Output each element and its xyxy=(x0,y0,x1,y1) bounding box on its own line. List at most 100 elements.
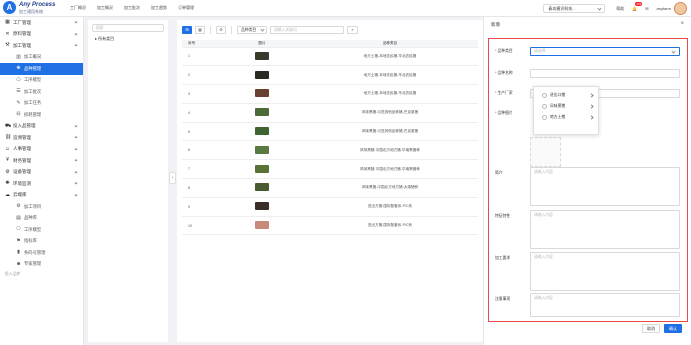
project-icon: ⚙ xyxy=(16,203,21,210)
sidebar-item-label: 加工概况 xyxy=(24,54,42,60)
table-row[interactable]: 6 风味黑猪-中国北方地方猪-华南黑猪种 xyxy=(182,140,478,161)
top-nav: 工厂概况 加工概况 加工批次 加工趋势 订单管理 xyxy=(70,5,194,11)
process-textarea[interactable]: 请输入内容 xyxy=(530,252,680,291)
topnav-item[interactable]: 加工批次 xyxy=(124,5,140,11)
intro-textarea[interactable]: 请输入内容 xyxy=(530,167,680,206)
row-thumbnail xyxy=(255,145,269,154)
brand-subtitle: 加工通用系统 xyxy=(19,8,43,14)
sidebar-item[interactable]: ⚙ 设备管理 xyxy=(0,167,83,179)
grid-view-button[interactable]: ▦ xyxy=(195,26,205,34)
table-row[interactable]: 4 风味黑猪-引进其他品种猪-巴克夏猪 xyxy=(182,103,478,123)
table-row[interactable]: 5 风味黑猪-引进其他品种猪-巴克夏猪 xyxy=(182,122,478,142)
sidebar-item[interactable]: ✎ 加工任务 xyxy=(0,98,83,110)
topnav-item[interactable]: 工厂概况 xyxy=(70,5,86,11)
sidebar-item[interactable]: ⎔ 工序模型 xyxy=(0,224,83,236)
feature-label: 特征特性 xyxy=(495,214,511,218)
sidebar-item[interactable]: ✕ 原料管理 xyxy=(0,29,83,41)
row-category: 风味黑猪-引进其他品种猪-巴克夏猪 xyxy=(302,122,478,142)
hammer-icon: ⚒ xyxy=(5,42,10,49)
sidebar-item[interactable]: ⎔ 工序模型 xyxy=(0,75,83,87)
sidebar-item-label: 工序模型 xyxy=(24,77,42,83)
sidebar-item[interactable]: ▮ 条码号管理 xyxy=(0,247,83,259)
tree-node-root[interactable]: ▸ 所有类目 xyxy=(88,36,168,42)
image-label: 品种图片 xyxy=(495,111,512,116)
chevron-down-icon xyxy=(74,158,78,162)
notes-textarea[interactable]: 请输入内容 xyxy=(530,293,680,317)
sidebar-item[interactable]: ⊟ 损耗管理 xyxy=(0,109,83,121)
tree-search-input[interactable]: 搜索 xyxy=(92,24,164,32)
flag-icon: ⚑ xyxy=(16,237,21,244)
row-thumbnail xyxy=(255,51,269,60)
sidebar-item[interactable]: ✺ 环境监测 xyxy=(0,178,83,190)
sidebar-item[interactable]: ☻ 专家管理 xyxy=(0,259,83,271)
search-input[interactable]: 请输入关键词 xyxy=(270,26,344,34)
dropdown-option[interactable]: 风味黑猪 xyxy=(534,101,598,112)
drawer-title: 新增 xyxy=(491,22,500,27)
topnav-item[interactable]: 加工趋势 xyxy=(151,5,167,11)
table-row[interactable]: 7 风味黑猪-中国北方地方猪-华南黑猪种 xyxy=(182,159,478,180)
image-upload[interactable] xyxy=(530,137,561,167)
sidebar-section-label: 投入品库 xyxy=(5,272,21,276)
table-row[interactable]: 2 地方土猪-本地农民猪-华北农民猪 xyxy=(182,65,478,86)
row-thumbnail xyxy=(255,89,269,98)
logo-icon: A xyxy=(3,1,16,14)
help-link[interactable]: 帮助 xyxy=(616,6,624,12)
row-category: 风味黑猪-引进其他品种猪-巴克夏猪 xyxy=(302,103,478,123)
logo[interactable]: A Any Process 加工通用系统 xyxy=(3,1,55,14)
table-row[interactable]: 8 风味黑猪-中国北方地方猪-太湖猪种 xyxy=(182,178,478,198)
sidebar-item[interactable]: ☰ 加工批次 xyxy=(0,86,83,98)
feature-textarea[interactable]: 请输入内容 xyxy=(530,210,680,249)
name-input[interactable] xyxy=(530,69,680,78)
close-icon[interactable]: × xyxy=(680,21,684,27)
table-row[interactable]: 3 地方土猪-本地农民猪-华北农民猪 xyxy=(182,84,478,104)
sidebar-item[interactable]: ▦ 工厂管理 xyxy=(0,17,83,29)
cancel-button[interactable]: 取消 xyxy=(642,324,660,333)
avatar[interactable] xyxy=(674,2,687,15)
sidebar-item-label: 设备管理 xyxy=(13,169,31,175)
table-row[interactable]: 10 进出方猪-国际配套系-PIC系 xyxy=(182,216,478,236)
search-field-select[interactable]: 品种类目 xyxy=(237,26,267,34)
confirm-button[interactable]: 确认 xyxy=(664,324,682,333)
chevron-down-icon xyxy=(74,193,78,196)
topnav-item[interactable]: 加工概况 xyxy=(97,5,113,11)
mail-icon[interactable]: ✉ xyxy=(645,6,648,11)
topnav-item[interactable]: 订单管理 xyxy=(178,5,194,11)
dropdown-option[interactable]: 进出口猪 xyxy=(534,90,598,101)
sidebar-item[interactable]: ☁ 云端库 xyxy=(0,190,83,202)
sidebar-item-label: 加工管理 xyxy=(13,42,31,48)
sidebar-item[interactable]: ⛟ 投入品管理 xyxy=(0,121,83,133)
row-number: 10 xyxy=(182,216,222,236)
sidebar-item-label: 追溯管理 xyxy=(13,134,31,140)
row-number: 1 xyxy=(182,47,222,67)
sidebar-item[interactable]: ☺ 人事管理 xyxy=(0,144,83,156)
person-icon: ☺ xyxy=(5,145,11,152)
top-bar: A Any Process 加工通用系统 工厂概况 加工概况 加工批次 加工趋势… xyxy=(0,0,691,17)
dropdown-option[interactable]: 地方土猪 xyxy=(534,112,598,123)
list-view-button[interactable]: ⊞ xyxy=(182,26,192,34)
leaf-icon: ❀ xyxy=(16,65,21,72)
sidebar-item[interactable]: ⛓ 追溯管理 xyxy=(0,132,83,144)
row-category: 风味黑猪-中国北方地方猪-太湖猪种 xyxy=(302,178,478,198)
row-category: 地方土猪-本地农民猪-华北农民猪 xyxy=(302,84,478,104)
row-category: 风味黑猪-中国北方地方猪-华南黑猪种 xyxy=(302,159,478,180)
table-row[interactable]: 9 进出方猪-国际配套系-PIC系 xyxy=(182,197,478,217)
sidebar-item[interactable]: ⚒ 加工管理 xyxy=(0,40,83,52)
table-row[interactable]: 1 地方土猪-本地农民猪-华北农民猪 xyxy=(182,47,478,67)
search-icon[interactable]: ⌕ xyxy=(347,26,358,34)
bell-icon[interactable]: 🔔 179 xyxy=(632,2,643,11)
username[interactable]: anyfarm xyxy=(657,6,671,11)
sidebar-item[interactable]: ▥ 加工概况 xyxy=(0,52,83,64)
money-icon: ¥ xyxy=(6,157,9,164)
chevron-down-icon xyxy=(74,181,78,185)
sidebar-item[interactable]: ⚑ 指标库 xyxy=(0,236,83,248)
sidebar-item[interactable]: ❀ 品种管理 xyxy=(0,63,83,75)
collapse-toggle[interactable]: ‹ xyxy=(169,172,176,184)
settings-icon[interactable]: ⚙ xyxy=(216,26,226,34)
row-number: 6 xyxy=(182,140,222,161)
sidebar-item[interactable]: ⚙ 加工项目 xyxy=(0,201,83,213)
org-select[interactable]: 青岛模识科技... xyxy=(543,4,606,13)
sidebar-item[interactable]: ▤ 品种库 xyxy=(0,213,83,225)
category-select[interactable]: 请选择 xyxy=(530,47,680,56)
sidebar-item[interactable]: ¥ 财务管理 xyxy=(0,155,83,167)
name-label: 品种名称 xyxy=(495,71,512,76)
